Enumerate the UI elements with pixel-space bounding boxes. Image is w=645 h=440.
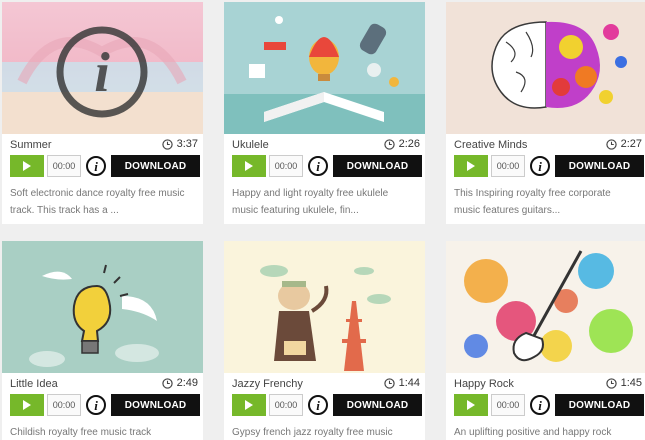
desc-line: This Inspiring royalty free corporate bbox=[454, 188, 611, 199]
desc-line: music features guitars... bbox=[454, 205, 561, 216]
track-duration: 1:44 bbox=[383, 377, 420, 389]
info-icon[interactable]: i bbox=[85, 394, 107, 416]
player-controls: 00:00 i DOWNLOAD bbox=[454, 155, 644, 177]
player-controls: 00:00 i DOWNLOAD bbox=[232, 155, 422, 177]
track-thumbnail-ukulele[interactable] bbox=[224, 2, 425, 134]
play-button[interactable] bbox=[454, 155, 488, 177]
track-meta: Summer 3:37 bbox=[2, 138, 203, 154]
current-time: 00:00 bbox=[47, 155, 81, 177]
track-title: Creative Minds bbox=[454, 139, 528, 151]
track-description: Childish royalty free music track bbox=[10, 424, 200, 440]
track-meta: Little Idea 2:49 bbox=[2, 377, 203, 393]
info-icon[interactable]: i bbox=[85, 155, 107, 177]
track-description: Soft electronic dance royalty free music… bbox=[10, 185, 200, 219]
svg-text:i: i bbox=[538, 398, 542, 413]
desc-line: An uplifting positive and happy rock bbox=[454, 427, 612, 438]
track-description: Gypsy french jazz royalty free music bbox=[232, 424, 422, 440]
track-title: Little Idea bbox=[10, 378, 58, 390]
download-button[interactable]: DOWNLOAD bbox=[333, 155, 422, 177]
track-title: Ukulele bbox=[232, 139, 269, 151]
track-description: This Inspiring royalty free corporate mu… bbox=[454, 185, 644, 219]
desc-line: music featuring ukulele, fin... bbox=[232, 205, 359, 216]
track-duration: 2:26 bbox=[383, 138, 420, 150]
duration-text: 2:26 bbox=[398, 138, 420, 150]
clock-icon bbox=[383, 138, 395, 150]
track-description: An uplifting positive and happy rock bbox=[454, 424, 644, 440]
desc-line: Soft electronic dance royalty free music bbox=[10, 188, 185, 199]
track-thumbnail-creative-minds[interactable] bbox=[446, 2, 645, 134]
clock-icon bbox=[383, 377, 395, 389]
track-title: Happy Rock bbox=[454, 378, 514, 390]
track-thumbnail-summer[interactable]: i bbox=[2, 2, 203, 134]
player-controls: 00:00 i DOWNLOAD bbox=[454, 394, 644, 416]
play-button[interactable] bbox=[10, 394, 44, 416]
clock-icon bbox=[605, 138, 617, 150]
play-button[interactable] bbox=[232, 394, 266, 416]
track-duration: 3:37 bbox=[161, 138, 198, 150]
track-card-little-idea: Little Idea 2:49 00:00 i DOWNLOAD Childi… bbox=[2, 241, 203, 440]
track-meta: Happy Rock 1:45 bbox=[446, 377, 645, 393]
play-button[interactable] bbox=[10, 155, 44, 177]
player-controls: 00:00 i DOWNLOAD bbox=[232, 394, 422, 416]
svg-text:i: i bbox=[316, 159, 320, 174]
clock-icon bbox=[161, 138, 173, 150]
download-button[interactable]: DOWNLOAD bbox=[111, 394, 200, 416]
duration-text: 1:45 bbox=[620, 377, 642, 389]
download-button[interactable]: DOWNLOAD bbox=[555, 155, 644, 177]
track-duration: 1:45 bbox=[605, 377, 642, 389]
track-card-summer: i Summer 3:37 00:00 i DOWNLOAD Soft elec… bbox=[2, 2, 203, 224]
current-time: 00:00 bbox=[491, 155, 525, 177]
desc-line: Childish royalty free music track bbox=[10, 427, 152, 438]
track-title: Jazzy Frenchy bbox=[232, 378, 303, 390]
svg-text:i: i bbox=[538, 159, 542, 174]
clock-icon bbox=[161, 377, 173, 389]
track-thumbnail-happy-rock[interactable] bbox=[446, 241, 645, 373]
track-card-creative-minds: Creative Minds 2:27 00:00 i DOWNLOAD Thi… bbox=[446, 2, 645, 224]
track-meta: Creative Minds 2:27 bbox=[446, 138, 645, 154]
player-controls: 00:00 i DOWNLOAD bbox=[10, 155, 200, 177]
track-meta: Ukulele 2:26 bbox=[224, 138, 425, 154]
play-button[interactable] bbox=[232, 155, 266, 177]
info-icon[interactable]: i bbox=[307, 394, 329, 416]
svg-text:i: i bbox=[94, 398, 98, 413]
play-button[interactable] bbox=[454, 394, 488, 416]
download-button[interactable]: DOWNLOAD bbox=[555, 394, 644, 416]
track-duration: 2:27 bbox=[605, 138, 642, 150]
duration-text: 3:37 bbox=[176, 138, 198, 150]
track-card-ukulele: Ukulele 2:26 00:00 i DOWNLOAD Happy and … bbox=[224, 2, 425, 224]
desc-line: track. This track has a ... bbox=[10, 205, 119, 216]
svg-text:i: i bbox=[316, 398, 320, 413]
desc-line: Happy and light royalty free ukulele bbox=[232, 188, 389, 199]
duration-text: 2:27 bbox=[620, 138, 642, 150]
svg-text:i: i bbox=[94, 42, 110, 104]
duration-text: 2:49 bbox=[176, 377, 198, 389]
track-card-jazzy-frenchy: Jazzy Frenchy 1:44 00:00 i DOWNLOAD Gyps… bbox=[224, 241, 425, 440]
track-meta: Jazzy Frenchy 1:44 bbox=[224, 377, 425, 393]
desc-line: Gypsy french jazz royalty free music bbox=[232, 427, 393, 438]
info-icon[interactable]: i bbox=[307, 155, 329, 177]
track-card-happy-rock: Happy Rock 1:45 00:00 i DOWNLOAD An upli… bbox=[446, 241, 645, 440]
duration-text: 1:44 bbox=[398, 377, 420, 389]
info-icon[interactable]: i bbox=[529, 155, 551, 177]
track-description: Happy and light royalty free ukulele mus… bbox=[232, 185, 422, 219]
svg-text:i: i bbox=[94, 159, 98, 174]
player-controls: 00:00 i DOWNLOAD bbox=[10, 394, 200, 416]
download-button[interactable]: DOWNLOAD bbox=[111, 155, 200, 177]
current-time: 00:00 bbox=[491, 394, 525, 416]
download-button[interactable]: DOWNLOAD bbox=[333, 394, 422, 416]
track-thumbnail-little-idea[interactable] bbox=[2, 241, 203, 373]
track-thumbnail-jazzy-frenchy[interactable] bbox=[224, 241, 425, 373]
current-time: 00:00 bbox=[269, 394, 303, 416]
info-icon[interactable]: i bbox=[529, 394, 551, 416]
current-time: 00:00 bbox=[269, 155, 303, 177]
clock-icon bbox=[605, 377, 617, 389]
track-title: Summer bbox=[10, 139, 52, 151]
track-duration: 2:49 bbox=[161, 377, 198, 389]
current-time: 00:00 bbox=[47, 394, 81, 416]
